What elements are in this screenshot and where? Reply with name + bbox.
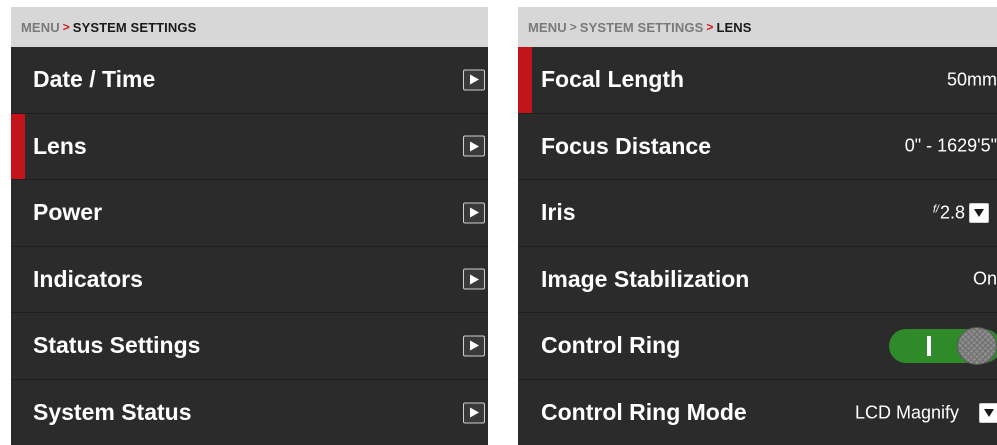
breadcrumb: MENU > SYSTEM SETTINGS (11, 7, 488, 47)
menu-item-indicators[interactable]: Indicators (11, 247, 488, 313)
chevron-right-icon[interactable] (463, 135, 485, 157)
menu-item-date-time[interactable]: Date / Time (11, 47, 488, 114)
setting-label: Control Ring (541, 332, 681, 359)
iris-value: f/2.8 (933, 202, 965, 223)
setting-control-ring[interactable]: Control Ring (518, 313, 997, 380)
breadcrumb-separator: > (706, 20, 714, 34)
breadcrumb-current: LENS (716, 19, 752, 35)
setting-label: Iris (541, 199, 576, 226)
menu-item-system-status[interactable]: System Status (11, 380, 488, 445)
selection-indicator (518, 47, 532, 113)
chevron-right-icon[interactable] (463, 402, 485, 424)
breadcrumb-menu[interactable]: MENU (528, 20, 567, 35)
menu-item-status-settings[interactable]: Status Settings (11, 313, 488, 380)
setting-label: Focus Distance (541, 132, 711, 159)
menu-item-label: Date / Time (33, 66, 156, 93)
image-stabilization-value: On (972, 268, 997, 289)
breadcrumb-system-settings[interactable]: SYSTEM SETTINGS (580, 20, 704, 35)
toggle-knob[interactable] (957, 326, 997, 365)
breadcrumb-current: SYSTEM SETTINGS (72, 19, 197, 35)
control-ring-mode-value: LCD Magnify (854, 402, 959, 423)
settings-list: Focal Length 50mm Focus Distance 0" - 16… (518, 47, 997, 445)
chevron-right-icon[interactable] (463, 202, 485, 224)
setting-image-stabilization[interactable]: Image Stabilization On (518, 247, 997, 313)
chevron-right-icon[interactable] (463, 268, 485, 290)
chevron-down-icon[interactable] (979, 402, 997, 423)
system-settings-panel: MENU > SYSTEM SETTINGS Date / Time Lens … (11, 7, 488, 445)
menu-item-power[interactable]: Power (11, 180, 488, 247)
menu-item-label: Indicators (33, 265, 143, 292)
menu-item-label: System Status (33, 399, 192, 426)
iris-number: 2.8 (939, 202, 965, 223)
setting-focus-distance[interactable]: Focus Distance 0" - 1629'5" (518, 114, 997, 180)
fstop-prefix: f/ (932, 203, 939, 216)
breadcrumb: MENU > SYSTEM SETTINGS > LENS (518, 7, 997, 47)
setting-control-ring-mode[interactable]: Control Ring Mode LCD Magnify (518, 380, 997, 445)
chevron-down-icon[interactable] (969, 202, 989, 223)
menu-item-label: Status Settings (33, 332, 201, 359)
breadcrumb-separator: > (62, 20, 70, 34)
setting-label: Control Ring Mode (541, 399, 747, 426)
breadcrumb-separator: > (569, 20, 577, 34)
chevron-right-icon[interactable] (463, 69, 485, 91)
setting-label: Focal Length (541, 66, 685, 93)
menu-item-lens[interactable]: Lens (11, 113, 488, 180)
setting-label: Image Stabilization (541, 265, 750, 292)
setting-focal-length[interactable]: Focal Length 50mm (518, 47, 997, 114)
selection-indicator (11, 113, 25, 179)
setting-iris[interactable]: Iris f/2.8 (518, 180, 997, 247)
menu-list: Date / Time Lens Power Indicators Status… (11, 47, 488, 445)
focal-length-value: 50mm (946, 69, 997, 90)
breadcrumb-menu[interactable]: MENU (21, 20, 60, 35)
chevron-right-icon[interactable] (463, 335, 485, 357)
lens-settings-panel: MENU > SYSTEM SETTINGS > LENS Focal Leng… (518, 7, 997, 445)
focus-distance-value: 0" - 1629'5" (904, 135, 997, 156)
menu-item-label: Power (33, 199, 103, 226)
toggle-on-icon (927, 335, 931, 356)
control-ring-toggle[interactable] (889, 326, 997, 365)
